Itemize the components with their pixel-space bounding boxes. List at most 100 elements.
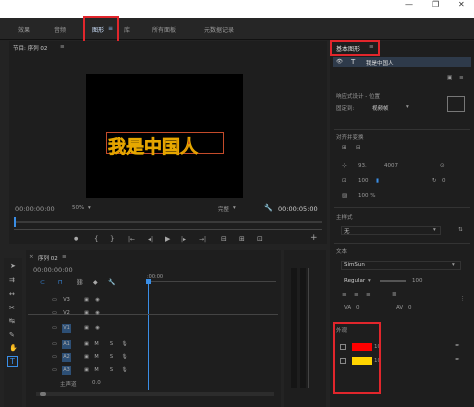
extract-icon[interactable]: ⊞: [239, 236, 245, 243]
track-mute-a3[interactable]: M: [92, 366, 101, 375]
stroke-eyedropper-icon[interactable]: ✒: [455, 357, 460, 363]
scale-lock-icon[interactable]: ▮: [376, 178, 379, 184]
track-eye-v1-icon[interactable]: ◉: [93, 324, 102, 333]
program-monitor-title[interactable]: 节目: 序列 02: [13, 44, 47, 52]
go-to-in-icon[interactable]: |←: [128, 236, 135, 243]
master-style-dropdown-icon[interactable]: ▾: [433, 227, 436, 233]
workspace-tab-metadata[interactable]: 元数据记录: [204, 25, 234, 34]
track-target-a2[interactable]: ▭: [50, 353, 59, 362]
font-style-dropdown-icon[interactable]: ▾: [368, 278, 371, 284]
align-horizontal-icon[interactable]: ⊞: [342, 145, 347, 151]
step-back-icon[interactable]: ◂|: [148, 236, 153, 243]
linked-selection-icon[interactable]: ⛓: [76, 279, 84, 286]
workspace-tab-audio[interactable]: 音频: [54, 25, 66, 34]
track-name-v1[interactable]: V1: [62, 324, 71, 333]
track-mute-a1[interactable]: M: [92, 340, 101, 349]
master-style-menu-icon[interactable]: ⇅: [458, 227, 463, 233]
master-style-select[interactable]: [341, 226, 441, 235]
monitor-playhead[interactable]: [14, 217, 16, 227]
rotation-value[interactable]: 0: [442, 178, 446, 184]
minimize-button[interactable]: —: [405, 0, 413, 9]
slip-tool-icon[interactable]: ↹: [9, 318, 15, 325]
snap-icon[interactable]: ⊓: [58, 279, 63, 286]
track-target-v2[interactable]: ▭: [50, 309, 59, 318]
pin-to-dropdown-icon[interactable]: ▾: [406, 104, 409, 110]
track-solo-a2[interactable]: S: [107, 353, 116, 362]
track-name-a1[interactable]: A1: [62, 340, 71, 349]
track-eye-v3-icon[interactable]: ◉: [93, 296, 102, 305]
go-to-out-icon[interactable]: →|: [199, 236, 206, 243]
selection-tool-icon[interactable]: ➤: [10, 263, 16, 270]
track-name-v2[interactable]: V2: [62, 309, 71, 318]
font-size-value[interactable]: 100: [412, 278, 423, 284]
step-forward-icon[interactable]: |▸: [181, 236, 186, 243]
timeline-ruler[interactable]: [146, 281, 276, 282]
timeline-scroll-handle[interactable]: [40, 392, 46, 396]
justify-icon[interactable]: ≣: [392, 292, 397, 298]
workspace-tab-all-panels[interactable]: 所有面板: [152, 25, 176, 34]
track-mic-a1-icon[interactable]: 🎙: [120, 340, 129, 349]
fill-eyedropper-icon[interactable]: ✒: [455, 343, 460, 349]
program-monitor-menu-icon[interactable]: ≡: [60, 44, 65, 50]
text-more-icon[interactable]: ⋮: [460, 296, 466, 302]
track-solo-a1[interactable]: S: [107, 340, 116, 349]
lift-icon[interactable]: ⊟: [221, 236, 227, 243]
zoom-dropdown-icon[interactable]: ▾: [88, 205, 91, 211]
type-tool-icon[interactable]: T: [7, 356, 18, 367]
track-mute-a2[interactable]: M: [92, 353, 101, 362]
track-name-v3[interactable]: V3: [62, 296, 71, 305]
canvas-title-text[interactable]: 我是中国人: [108, 133, 199, 159]
timeline-title[interactable]: 序列 02: [38, 254, 58, 262]
mark-out-icon[interactable]: }: [110, 236, 114, 243]
timeline-scroll-bar[interactable]: [36, 392, 274, 396]
track-lock-a1-icon[interactable]: ▣: [82, 340, 91, 349]
button-editor-icon[interactable]: +: [310, 234, 318, 243]
monitor-scrub-bar[interactable]: [14, 221, 322, 223]
play-icon[interactable]: ▶: [165, 236, 170, 243]
timeline-settings-icon[interactable]: 🔧: [108, 279, 115, 286]
track-target-a1[interactable]: ▭: [50, 340, 59, 349]
font-size-slider[interactable]: [380, 280, 406, 282]
nest-toggle-icon[interactable]: ⊂: [40, 279, 45, 286]
font-style-select[interactable]: Regular: [344, 278, 365, 284]
workspace-tab-effects[interactable]: 效果: [18, 25, 30, 34]
track-lock-v2-icon[interactable]: ▣: [82, 309, 91, 318]
export-frame-icon[interactable]: ⊡: [257, 236, 263, 243]
track-target-v1[interactable]: ▭: [50, 324, 59, 333]
close-sequence-icon[interactable]: ×: [29, 254, 34, 260]
close-button[interactable]: ✕: [458, 0, 465, 9]
opacity-value[interactable]: 100 %: [358, 193, 375, 199]
kerning-value[interactable]: 0: [408, 305, 412, 311]
hand-tool-icon[interactable]: ✋: [9, 345, 18, 352]
pin-to-select[interactable]: 视频帧: [372, 104, 389, 112]
track-mic-a3-icon[interactable]: 🎙: [120, 366, 129, 375]
track-lock-a2-icon[interactable]: ▣: [82, 353, 91, 362]
delete-layer-icon[interactable]: ≡: [459, 75, 464, 81]
monitor-zoom-bar[interactable]: [14, 229, 322, 230]
position-x-value[interactable]: 93.: [358, 163, 367, 169]
zoom-select[interactable]: 50%: [72, 205, 84, 211]
font-dropdown-icon[interactable]: ▾: [452, 262, 455, 268]
align-left-icon[interactable]: ≡: [342, 292, 347, 298]
new-layer-icon[interactable]: ▣: [447, 75, 452, 81]
track-lock-v3-icon[interactable]: ▣: [82, 296, 91, 305]
wrench-icon[interactable]: 🔧: [264, 204, 273, 212]
workspace-tab-libraries[interactable]: 库: [124, 25, 130, 34]
track-eye-v2-icon[interactable]: ◉: [93, 309, 102, 318]
position-y-value[interactable]: 4007: [384, 163, 398, 169]
quality-select[interactable]: 完整: [218, 205, 229, 213]
pin-diagram[interactable]: [447, 96, 465, 112]
track-target-v3[interactable]: ▭: [50, 296, 59, 305]
track-mic-a2-icon[interactable]: 🎙: [120, 353, 129, 362]
master-track-value[interactable]: 0.0: [92, 380, 101, 386]
scale-value[interactable]: 100: [358, 178, 369, 184]
anchor-icon[interactable]: ⊙: [440, 163, 445, 169]
track-solo-a3[interactable]: S: [107, 366, 116, 375]
align-vertical-icon[interactable]: ⊟: [356, 145, 361, 151]
add-marker-timeline-icon[interactable]: ◆: [93, 279, 98, 286]
track-name-a3[interactable]: A3: [62, 366, 71, 375]
track-lock-v1-icon[interactable]: ▣: [82, 324, 91, 333]
align-center-icon[interactable]: ≡: [354, 292, 359, 298]
track-name-a2[interactable]: A2: [62, 353, 71, 362]
ripple-edit-tool-icon[interactable]: ↔: [9, 291, 15, 298]
